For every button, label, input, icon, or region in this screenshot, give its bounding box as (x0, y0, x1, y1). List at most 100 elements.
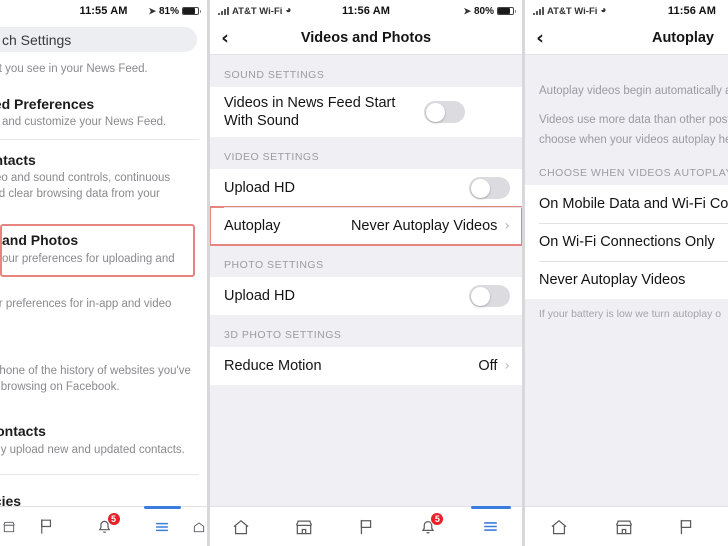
tab-menu[interactable] (460, 506, 522, 546)
option-mobile-data-and-wifi[interactable]: On Mobile Data and Wi-Fi Conn (525, 184, 728, 223)
row-photo-upload-hd[interactable]: Upload HD (210, 277, 522, 316)
list-item[interactable]: Contacts usly upload new and updated con… (0, 419, 199, 466)
notification-badge: 5 (106, 512, 121, 526)
autoplay-description-line-1: Autoplay videos begin automatically as (539, 85, 728, 97)
list-item-subtitle: rol and customize your News Feed. (0, 116, 167, 129)
group-header-choose-when: CHOOSE WHEN VIDEOS AUTOPLAY: (525, 160, 728, 185)
left-settings-list: ent you see in your News Feed. eed Prefe… (0, 58, 207, 506)
status-right-middle: ➤ 80% (463, 5, 516, 17)
tab-marketplace[interactable] (272, 507, 334, 546)
autoplay-description-line-3: choose when your videos autoplay here (539, 133, 728, 146)
list-item-videos-and-photos-highlight[interactable]: and Photos our preferences for uploading… (0, 224, 195, 278)
tab-menu[interactable] (133, 506, 191, 546)
row-autoplay[interactable]: Autoplay Never Autoplay Videos › (210, 206, 522, 247)
option-label: On Mobile Data and Wi-Fi Conn (539, 195, 728, 212)
tab-home[interactable] (210, 507, 272, 546)
list-item-subtitle: ent you see in your News Feed. (0, 63, 148, 75)
back-button[interactable]: ‹ (210, 28, 240, 48)
tab-home-partial[interactable] (191, 507, 207, 546)
option-wifi-only[interactable]: On Wi-Fi Connections Only (525, 222, 728, 261)
row-value: Off (478, 358, 498, 375)
location-arrow-icon: ➤ (148, 5, 156, 16)
page-title: Videos and Photos (300, 30, 432, 46)
tab-notifications[interactable]: 5 (397, 507, 459, 546)
row-label: Upload HD (224, 180, 295, 197)
tab-notifications[interactable]: 5 (76, 507, 134, 546)
group-header-video-settings: VIDEO SETTINGS (210, 137, 522, 170)
battery-icon-left (182, 7, 201, 15)
autoplay-description: Autoplay videos begin automatically as V… (525, 83, 728, 149)
row-video-upload-hd[interactable]: Upload HD (210, 169, 522, 208)
marketplace-icon (295, 520, 312, 534)
list-item[interactable]: eed Preferences rol and customize your N… (0, 86, 199, 139)
list-item-subtitle: our preferences for uploading and (2, 252, 175, 265)
notification-badge: 5 (430, 512, 445, 526)
three-phone-screenshots: 11:55 AM ➤ 81% ch Settings ent you see i… (0, 0, 728, 546)
list-item-title: licies (0, 493, 22, 506)
list-item-title: r (0, 345, 191, 363)
list-item-subtitle: ideo and sound controls, continuous and … (0, 172, 171, 200)
option-never-autoplay[interactable]: Never Autoplay Videos (525, 260, 728, 299)
battery-percent-middle: 80% (473, 5, 494, 17)
status-time-right: 11:56 AM (667, 5, 716, 17)
chevron-right-icon: › (504, 358, 510, 375)
tab-marketplace[interactable] (593, 507, 655, 546)
row-reduce-motion[interactable]: Reduce Motion Off › (210, 347, 522, 386)
tab-pages[interactable] (655, 507, 717, 546)
nav-bar-middle: ‹ Videos and Photos (210, 22, 522, 55)
toggle-videos-start-with-sound[interactable] (424, 101, 465, 124)
menu-icon (484, 522, 498, 531)
battery-footnote: If your battery is low we turn autoplay … (525, 298, 728, 320)
search-bar-container: ch Settings (0, 22, 207, 58)
status-right-left: ➤ 81% (148, 5, 201, 17)
chevron-right-icon: › (504, 218, 510, 235)
status-bar-middle: AT&T Wi-Fi ◕ 11:56 AM ➤ 80% (210, 0, 522, 22)
group-header-3d-photo-settings: 3D PHOTO SETTINGS (210, 315, 522, 348)
row-label: Reduce Motion (224, 358, 322, 375)
page-title: Autoplay (651, 30, 714, 46)
group-header-sound-settings: SOUND SETTINGS (210, 55, 522, 87)
battery-icon-middle (497, 7, 516, 15)
list-item[interactable]: licies (0, 489, 199, 506)
row-label: Autoplay (224, 218, 281, 235)
tab-marketplace[interactable] (0, 507, 18, 546)
option-label: On Wi-Fi Connections Only (539, 233, 715, 250)
option-label: Never Autoplay Videos (539, 271, 686, 288)
autoplay-description-line-2: Videos use more data than other posts (539, 114, 728, 127)
row-videos-start-with-sound[interactable]: Videos in News Feed Start With Sound (210, 87, 522, 138)
search-input[interactable]: ch Settings (0, 27, 197, 52)
list-item[interactable]: ent you see in your News Feed. (0, 58, 199, 86)
toggle-video-upload-hd[interactable] (469, 177, 510, 200)
tab-home[interactable] (525, 507, 593, 546)
list-item-subtitle: r phone of the history of websites you'v… (0, 365, 191, 393)
home-icon (551, 519, 567, 534)
tab-pages[interactable] (18, 507, 76, 546)
status-bar-left: 11:55 AM ➤ 81% (0, 0, 207, 22)
tab-pages[interactable] (335, 507, 397, 546)
list-item[interactable]: r r phone of the history of websites you… (0, 341, 199, 404)
phone-screen-settings-search: 11:55 AM ➤ 81% ch Settings ent you see i… (0, 0, 207, 546)
home-icon (233, 519, 249, 534)
row-value: Never Autoplay Videos (350, 218, 498, 235)
list-item-title: eed Preferences (0, 95, 95, 112)
list-item[interactable]: our preferences for in-app and video (0, 293, 199, 321)
back-button[interactable]: ‹ (525, 28, 555, 48)
tab-bar-right (525, 506, 728, 546)
flag-icon (680, 519, 692, 534)
phone-screen-videos-and-photos: AT&T Wi-Fi ◕ 11:56 AM ➤ 80% ‹ Videos and… (210, 0, 522, 546)
left-scroll-body[interactable]: ch Settings ent you see in your News Fee… (0, 22, 207, 506)
row-label: Videos in News Feed Start With Sound (224, 95, 396, 130)
list-item-subtitle: usly upload new and updated contacts. (0, 443, 185, 456)
list-item-subtitle: our preferences for in-app and video (0, 298, 172, 311)
middle-settings-body: SOUND SETTINGS Videos in News Feed Start… (210, 55, 522, 506)
right-body: Autoplay videos begin automatically as V… (525, 55, 728, 506)
list-item-title: Contacts (0, 423, 46, 440)
battery-percent-left: 81% (158, 5, 179, 17)
tab-bar-middle: 5 (210, 506, 522, 546)
nav-bar-right: ‹ Autoplay (525, 22, 728, 55)
flag-icon (360, 519, 372, 534)
row-label: Upload HD (224, 288, 295, 305)
list-item[interactable]: ontacts ideo and sound controls, continu… (0, 140, 199, 211)
toggle-photo-upload-hd[interactable] (469, 285, 510, 308)
group-header-photo-settings: PHOTO SETTINGS (210, 245, 522, 278)
